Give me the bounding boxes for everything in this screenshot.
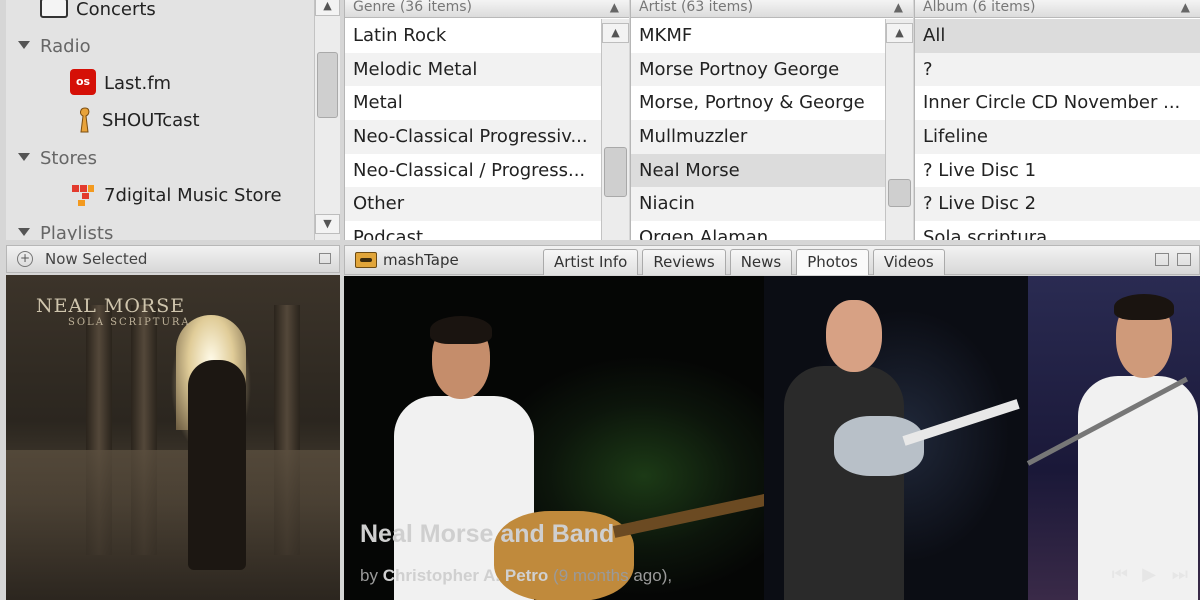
tab-news[interactable]: News [729,249,793,275]
photo-credit-prefix: by [360,566,378,585]
mashtape-title: mashTape [383,251,459,269]
source-group-stores[interactable]: Stores [18,141,97,177]
list-item[interactable]: Neo-Classical / Progress... [345,154,601,188]
concert-photo-1[interactable] [344,276,772,600]
artist-header-label: Artist (63 items) [639,0,754,15]
artist-list: MKMF Morse Portnoy George Morse, Portnoy… [631,19,885,240]
list-item-selected[interactable]: All [915,19,1200,53]
scroll-thumb[interactable] [888,179,911,207]
genre-header-label: Genre (36 items) [353,0,472,15]
source-group-playlists[interactable]: Playlists [18,216,113,240]
source-group-label: Stores [40,148,97,169]
list-item[interactable]: Morse, Portnoy & George [631,86,885,120]
artist-column-header[interactable]: Artist (63 items) ▲ [631,0,913,18]
pane-menu-icon[interactable] [319,253,331,264]
source-label: Concerts [76,0,156,20]
list-item[interactable]: MKMF [631,19,885,53]
source-label: SHOUTcast [102,110,200,131]
album-header-label: Album (6 items) [923,0,1036,15]
scroll-down-button[interactable]: ▼ [315,214,340,234]
genre-list: Latin Rock Melodic Metal Metal Neo-Class… [345,19,601,240]
lastfm-icon: os [70,69,96,95]
album-list: All ? Inner Circle CD November ... Lifel… [915,19,1200,240]
expand-triangle-icon[interactable] [18,228,30,236]
list-item[interactable]: Niacin [631,187,885,222]
scroll-thumb[interactable] [604,147,627,197]
list-item[interactable]: ? [915,52,1200,87]
pane-menu-icon[interactable] [1177,253,1191,266]
list-item[interactable]: Metal [345,86,601,120]
cloaked-figure-image [188,360,246,570]
list-item-selected[interactable]: Neal Morse [631,153,885,188]
source-item-concerts[interactable]: Concerts [40,0,156,28]
source-group-radio[interactable]: Radio [18,29,91,65]
source-scrollbar[interactable]: ▲ ▼ [314,0,340,240]
photo-credit: by Christopher A. Petro (9 months ago), [360,566,672,586]
artist-scrollbar[interactable]: ▲ [885,19,913,240]
next-icon[interactable]: ⏭ [1172,566,1188,584]
list-item[interactable]: Inner Circle CD November ... [915,86,1200,120]
list-item[interactable]: Neo-Classical Progressiv... [345,120,601,154]
mashtape-header: mashTape Artist Info Reviews News Photos… [344,245,1200,275]
source-label: Last.fm [104,73,172,94]
sort-caret-icon[interactable]: ▲ [610,0,619,14]
concerts-icon [40,0,68,18]
concert-photo-2[interactable] [764,276,1028,600]
cassette-icon [355,252,377,268]
list-item[interactable]: Melodic Metal [345,52,601,87]
list-item[interactable]: Other [345,187,601,222]
genre-column-header[interactable]: Genre (36 items) ▲ [345,0,629,18]
list-item[interactable]: ? Live Disc 2 [915,187,1200,222]
expand-triangle-icon[interactable] [18,153,30,161]
list-item[interactable]: Lifeline [915,120,1200,154]
7digital-icon [70,181,96,207]
concert-photo-3[interactable] [1026,276,1200,600]
export-icon[interactable] [1155,253,1169,266]
photo-title: Neal Morse and Band [360,520,615,548]
list-item[interactable]: Sola scriptura [915,221,1200,240]
scroll-up-button[interactable]: ▲ [602,23,629,43]
scroll-up-button[interactable]: ▲ [315,0,340,16]
source-group-label: Playlists [40,223,114,240]
scroll-thumb[interactable] [317,52,338,118]
shoutcast-icon [76,106,94,133]
list-item[interactable]: Morse Portnoy George [631,52,885,87]
tab-artist-info[interactable]: Artist Info [543,249,639,275]
play-icon[interactable]: ▶ [1142,566,1156,584]
genre-column: Genre (36 items) ▲ Latin Rock Melodic Me… [344,0,629,240]
tab-videos[interactable]: Videos [872,249,945,275]
now-selected-header: + Now Selected [6,245,340,273]
tab-photos[interactable]: Photos [796,249,869,275]
list-item[interactable]: Podcast [345,221,601,240]
sort-caret-icon[interactable]: ▲ [1181,0,1190,14]
mashtape-tabs: Artist Info Reviews News Photos Videos [543,249,945,276]
photo-age: (9 months ago), [553,566,673,585]
expand-triangle-icon[interactable] [18,41,30,49]
source-item-lastfm[interactable]: os Last.fm [70,66,171,102]
album-column-header[interactable]: Album (6 items) ▲ [915,0,1200,18]
now-selected-title: Now Selected [45,250,148,268]
genre-scrollbar[interactable]: ▲ [601,19,629,240]
cover-artist-text: NEAL MORSE [36,295,186,317]
sort-caret-icon[interactable]: ▲ [894,0,903,14]
source-label: 7digital Music Store [104,185,282,206]
photo-viewer[interactable]: Neal Morse and Band by Christopher A. Pe… [344,276,1200,600]
album-cover-art: NEAL MORSE SOLA SCRIPTURA [6,275,340,600]
previous-icon[interactable]: ⏮ [1112,566,1128,584]
list-item[interactable]: Latin Rock [345,19,601,53]
source-item-shoutcast[interactable]: SHOUTcast [76,103,200,139]
list-item[interactable]: ? Live Disc 1 [915,154,1200,188]
add-icon[interactable]: + [17,251,33,267]
list-item[interactable]: Orgen Alaman [631,221,885,240]
source-group-label: Radio [40,36,91,57]
tab-reviews[interactable]: Reviews [642,249,726,275]
photo-author-link[interactable]: Christopher A. Petro [383,566,549,585]
cover-album-text: SOLA SCRIPTURA [68,317,191,328]
source-item-7digital[interactable]: 7digital Music Store [70,178,282,214]
artist-column: Artist (63 items) ▲ MKMF Morse Portnoy G… [630,0,913,240]
album-column: Album (6 items) ▲ All ? Inner Circle CD … [914,0,1200,240]
scroll-up-button[interactable]: ▲ [886,23,913,43]
list-item[interactable]: Mullmuzzler [631,120,885,154]
source-pane: Concerts Radio os Last.fm SHOUTcast Store… [6,0,340,240]
